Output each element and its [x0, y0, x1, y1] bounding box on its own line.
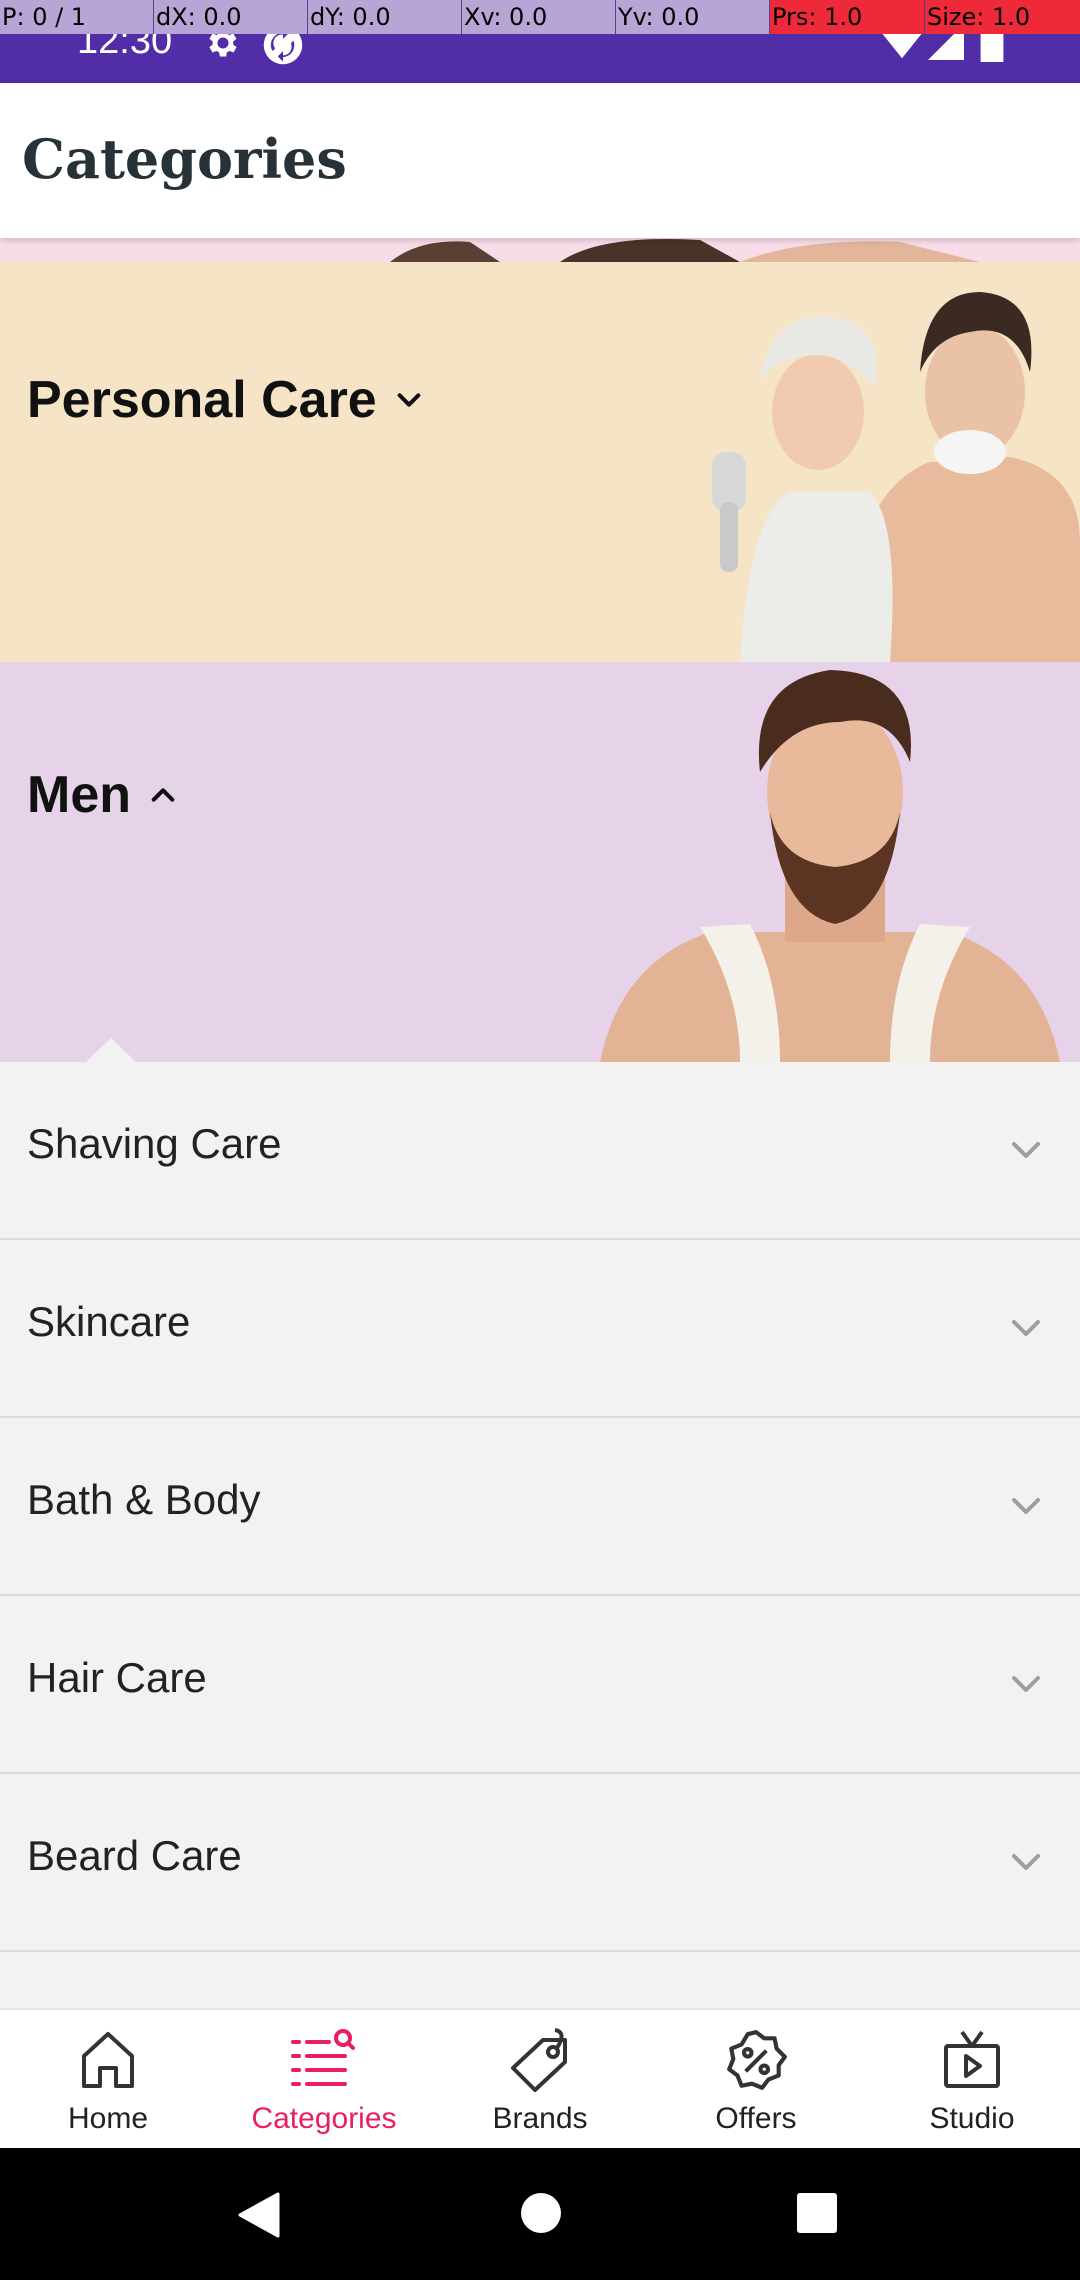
debug-dx: dX: 0.0 — [154, 0, 308, 34]
nav-label: Studio — [929, 2102, 1015, 2135]
category-title-personal-care: Personal Care — [27, 371, 377, 429]
nav-item-categories[interactable]: Categories — [216, 2010, 432, 2148]
chevron-down-icon — [397, 393, 421, 407]
page-title: Categories — [22, 127, 347, 191]
nav-label: Categories — [251, 2102, 397, 2135]
system-navigation-bar — [0, 2148, 1080, 2280]
men-banner-image — [600, 670, 1060, 1062]
chevron-down-icon — [1012, 1498, 1040, 1514]
subcategory-next-partial[interactable] — [0, 1952, 1080, 2008]
nav-label: Offers — [715, 2102, 797, 2135]
tv-play-icon — [944, 2030, 1000, 2088]
previous-category-banner-peek[interactable] — [0, 238, 1080, 262]
banner-image-peek — [0, 238, 1080, 262]
subcategory-beard-care[interactable]: Beard Care — [0, 1774, 1080, 1952]
subcategory-bath-body[interactable]: Bath & Body — [0, 1418, 1080, 1596]
subcategory-label: Shaving Care — [27, 1120, 282, 1167]
category-label-personal-care: Personal Care — [27, 370, 423, 430]
category-banner-men[interactable]: Men — [0, 662, 1080, 1062]
categories-search-icon — [291, 2029, 355, 2086]
subcategory-skincare[interactable]: Skincare — [0, 1240, 1080, 1418]
debug-prs: Prs: 1.0 — [770, 0, 925, 34]
chevron-up-icon — [151, 788, 175, 802]
debug-dy: dY: 0.0 — [308, 0, 462, 34]
category-label-men: Men — [27, 765, 177, 825]
subcategory-label: Bath & Body — [27, 1476, 261, 1523]
recents-icon[interactable] — [796, 2192, 838, 2234]
debug-p: P: 0 / 1 — [0, 0, 154, 34]
tag-icon — [511, 2028, 567, 2092]
bottom-navigation: Home Categories Brands Offers Studio — [0, 2008, 1080, 2148]
nav-label: Home — [67, 2102, 149, 2135]
personal-care-banner-image — [712, 292, 1080, 662]
pointer-debug-overlay: P: 0 / 1 dX: 0.0 dY: 0.0 Xv: 0.0 Yv: 0.0… — [0, 0, 1080, 34]
chevron-down-icon — [1012, 1320, 1040, 1336]
nav-item-studio[interactable]: Studio — [864, 2010, 1080, 2148]
percent-badge-icon — [727, 2030, 787, 2090]
home-button-icon[interactable] — [520, 2192, 562, 2234]
nav-label: Brands — [492, 2102, 588, 2135]
nav-item-brands[interactable]: Brands — [432, 2010, 648, 2148]
subcategory-hair-care[interactable]: Hair Care — [0, 1596, 1080, 1774]
back-icon[interactable] — [236, 2192, 280, 2238]
chevron-down-icon — [1012, 1676, 1040, 1692]
subcategory-label: Hair Care — [27, 1654, 207, 1701]
home-icon — [82, 2032, 134, 2088]
expanded-pointer-notch — [84, 1038, 138, 1064]
debug-xv: Xv: 0.0 — [462, 0, 616, 34]
chevron-down-icon — [1012, 1142, 1040, 1158]
category-title-men: Men — [27, 766, 131, 824]
debug-size: Size: 1.0 — [925, 0, 1080, 34]
nav-item-home[interactable]: Home — [0, 2010, 216, 2148]
subcategory-shaving-care[interactable]: Shaving Care — [0, 1062, 1080, 1240]
chevron-down-icon — [1012, 1854, 1040, 1870]
subcategory-label: Skincare — [27, 1298, 191, 1345]
nav-item-offers[interactable]: Offers — [648, 2010, 864, 2148]
subcategory-label: Beard Care — [27, 1832, 242, 1879]
app-bar: Categories — [0, 83, 1080, 238]
debug-yv: Yv: 0.0 — [616, 0, 770, 34]
category-banner-personal-care[interactable]: Personal Care — [0, 262, 1080, 662]
